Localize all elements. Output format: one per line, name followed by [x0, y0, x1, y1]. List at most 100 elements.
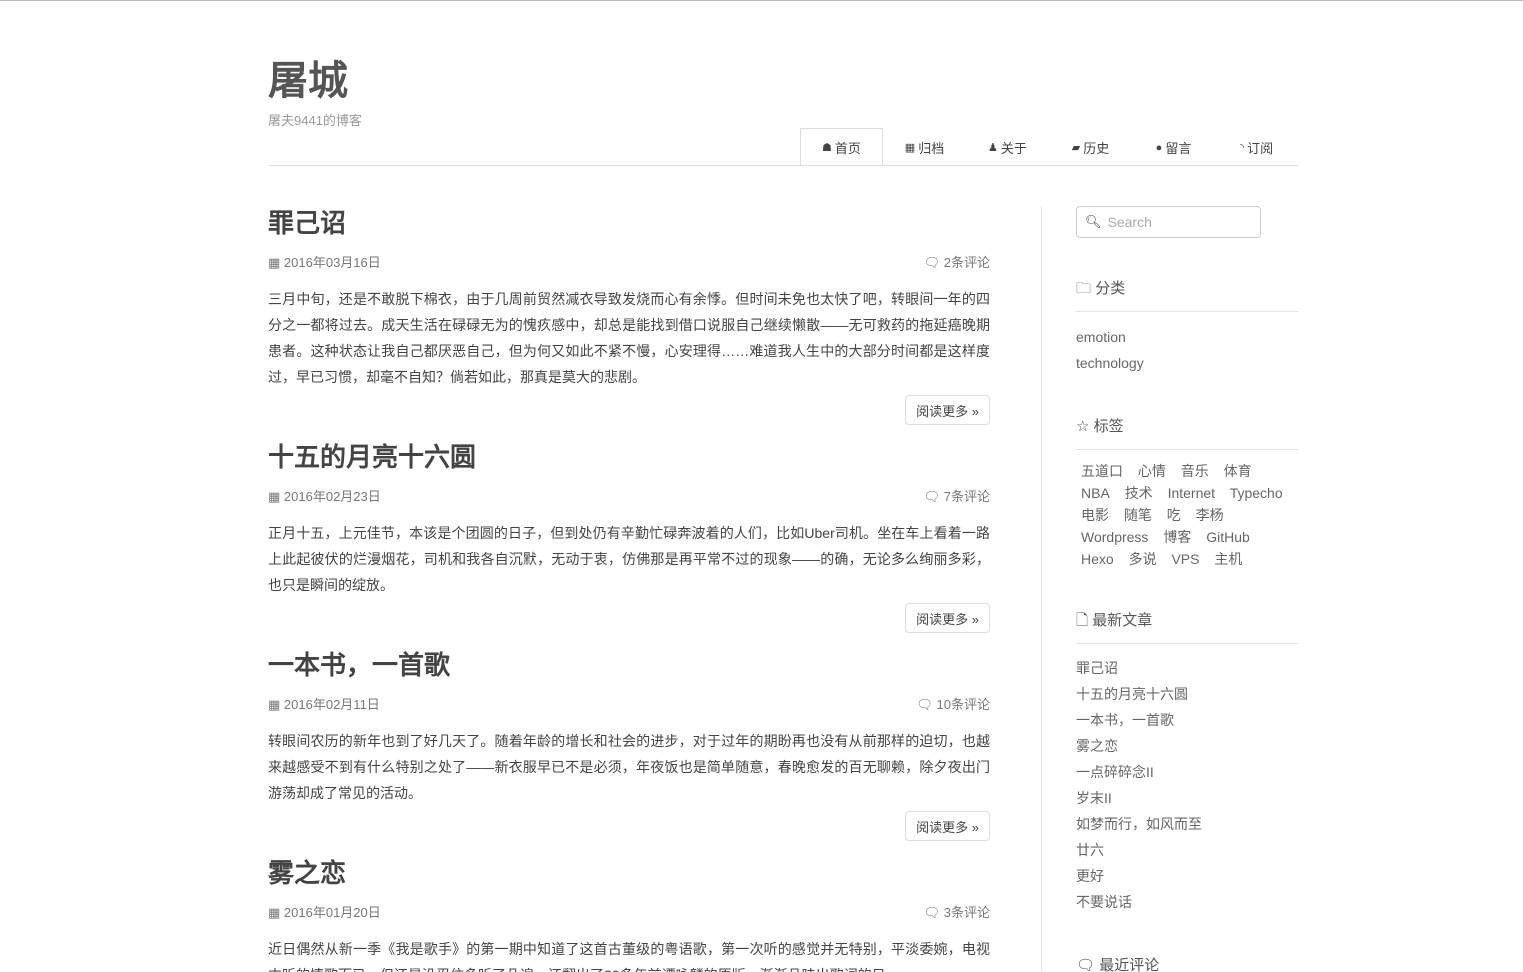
tag-link[interactable]: 体育 — [1224, 463, 1252, 479]
categories-widget: 🗀︎ 分类 emotion technology — [1076, 278, 1298, 376]
post-excerpt: 正月十五，上元佳节，本该是个团圆的日子，但到处仍有辛勤忙碌奔波着的人们，比如Ub… — [268, 525, 990, 593]
main-nav: ☗ 首页 ▦ 归档 ♟ 关于 ▰ 历史 ● 留言 ◝ 订阅 — [800, 128, 1298, 166]
post-excerpt: 三月中旬，还是不敢脱下棉衣，由于几周前贸然减衣导致发烧而心有余悸。但时间未免也太… — [268, 291, 990, 385]
tag-link[interactable]: 多说 — [1129, 551, 1157, 567]
site-header: 屠城 屠夫9441的博客 — [268, 56, 362, 129]
tag-link[interactable]: 电影 — [1081, 507, 1109, 523]
nav-label: 订阅 — [1247, 141, 1274, 156]
site-title[interactable]: 屠城 — [268, 56, 362, 106]
file-icon: 🗋︎ — [1076, 612, 1089, 629]
post-date: ▦ 2016年03月16日 — [268, 255, 381, 270]
search-input[interactable] — [1107, 214, 1258, 230]
recent-posts-title: 最新文章 — [1092, 612, 1153, 629]
tag-link[interactable]: Internet — [1168, 485, 1215, 501]
tag-link[interactable]: GitHub — [1206, 529, 1250, 545]
tag-link[interactable]: NBA — [1081, 485, 1110, 501]
sidebar: 🔍︎ 🗀︎ 分类 emotiontechnology ☆ 标签 五道口 心情 音… — [1076, 206, 1298, 972]
comment-icon: 🗨︎ — [923, 255, 941, 270]
recent-comments-widget: 🗨︎ 最近评论 — [1076, 955, 1298, 972]
nav-divider — [268, 165, 1298, 166]
recent-post-link[interactable]: 十五的月亮十六圆 — [1076, 681, 1298, 707]
recent-post-link[interactable]: 岁末II — [1076, 785, 1298, 811]
nav-item-4[interactable]: ● 留言 — [1132, 128, 1215, 166]
post-excerpt: 近日偶然从新一季《我是歌手》的第一期中知道了这首古董级的粤语歌，第一次听的感觉并… — [268, 941, 990, 972]
calendar-icon: ▦ — [268, 255, 281, 270]
post-list: 罪己诏 ▦ 2016年03月16日 🗨︎ 2条评论 三月中旬，还是不敢脱下棉衣，… — [268, 205, 990, 972]
tag-link[interactable]: 李杨 — [1196, 507, 1224, 523]
recent-post-link[interactable]: 廿六 — [1076, 837, 1298, 863]
read-more-button[interactable]: 阅读更多 » — [905, 395, 990, 425]
archive-icon: ▦ — [904, 142, 916, 154]
recent-posts-widget: 🗋︎ 最新文章 罪己诏 十五的月亮十六圆 一本书，一首歌 雾之恋 一点碎碎念II 岁末II… — [1076, 610, 1298, 915]
star-icon: ☆ — [1076, 418, 1090, 435]
search-icon: 🔍︎ — [1085, 214, 1102, 229]
recent-post-link[interactable]: 不要说话 — [1076, 889, 1298, 915]
tag-link[interactable]: 技术 — [1125, 485, 1153, 501]
post-comments-link[interactable]: 🗨︎ 3条评论 — [924, 903, 990, 923]
comment-icon: 🗨︎ — [923, 489, 941, 504]
recent-post-link[interactable]: 雾之恋 — [1076, 733, 1298, 759]
category-link[interactable]: emotion — [1076, 324, 1298, 350]
comments-icon: ● — [1155, 141, 1163, 154]
tags-widget: ☆ 标签 五道口 心情 音乐 体育 NBA 技术 Internet Typech… — [1076, 416, 1298, 570]
nav-label: 关于 — [1000, 141, 1027, 156]
tag-link[interactable]: Wordpress — [1081, 529, 1148, 545]
post-comments-link[interactable]: 🗨︎ 7条评论 — [924, 487, 990, 507]
read-more-button[interactable]: 阅读更多 » — [905, 811, 990, 841]
post-title[interactable]: 罪己诏 — [268, 205, 990, 241]
search-box[interactable]: 🔍︎ — [1076, 206, 1261, 238]
tag-link[interactable]: 五道口 — [1081, 463, 1123, 479]
category-link[interactable]: technology — [1076, 350, 1298, 376]
post-title[interactable]: 十五的月亮十六圆 — [268, 439, 990, 475]
tag-link[interactable]: 随笔 — [1124, 507, 1152, 523]
recent-comments-title: 最近评论 — [1099, 957, 1160, 972]
nav-item-5[interactable]: ◝ 订阅 — [1215, 128, 1298, 166]
categories-title: 分类 — [1095, 280, 1126, 297]
nav-label: 归档 — [918, 141, 945, 156]
folder-icon: 🗀︎ — [1076, 280, 1092, 297]
nav-item-0[interactable]: ☗ 首页 — [800, 128, 883, 166]
recent-post-link[interactable]: 罪己诏 — [1076, 655, 1298, 681]
tags-title: 标签 — [1093, 418, 1124, 435]
tag-link[interactable]: 音乐 — [1181, 463, 1209, 479]
calendar-icon: ▦ — [268, 489, 281, 504]
post-comments-link[interactable]: 🗨︎ 10条评论 — [916, 695, 990, 715]
recent-post-link[interactable]: 如梦而行，如风而至 — [1076, 811, 1298, 837]
post-excerpt: 转眼间农历的新年也到了好几天了。随着年龄的增长和社会的进步，对于过年的期盼再也没… — [268, 733, 990, 801]
read-more-button[interactable]: 阅读更多 » — [905, 603, 990, 633]
tag-link[interactable]: Typecho — [1230, 485, 1283, 501]
user-icon: ♟ — [988, 142, 998, 154]
nav-label: 首页 — [834, 141, 861, 156]
post: 十五的月亮十六圆 ▦ 2016年02月23日 🗨︎ 7条评论 正月十五，上元佳节… — [268, 439, 990, 633]
nav-item-1[interactable]: ▦ 归档 — [883, 128, 966, 166]
post: 一本书，一首歌 ▦ 2016年02月11日 🗨︎ 10条评论 转眼间农历的新年也… — [268, 647, 990, 841]
calendar-icon: ▦ — [268, 697, 281, 712]
recent-post-link[interactable]: 一点碎碎念II — [1076, 759, 1298, 785]
post: 罪己诏 ▦ 2016年03月16日 🗨︎ 2条评论 三月中旬，还是不敢脱下棉衣，… — [268, 205, 990, 425]
post-title[interactable]: 一本书，一首歌 — [268, 647, 990, 683]
post: 雾之恋 ▦ 2016年01月20日 🗨︎ 3条评论 近日偶然从新一季《我是歌手》… — [268, 855, 990, 972]
recent-post-link[interactable]: 更好 — [1076, 863, 1298, 889]
tag-link[interactable]: VPS — [1171, 551, 1199, 567]
nav-item-3[interactable]: ▰ 历史 — [1049, 128, 1132, 166]
rss-icon: ◝ — [1239, 142, 1245, 154]
recent-post-link[interactable]: 一本书，一首歌 — [1076, 707, 1298, 733]
nav-label: 留言 — [1165, 141, 1192, 156]
nav-label: 历史 — [1083, 141, 1110, 156]
post-date: ▦ 2016年02月11日 — [268, 697, 380, 712]
tag-link[interactable]: 主机 — [1214, 551, 1242, 567]
post-date: ▦ 2016年02月23日 — [268, 489, 381, 504]
comment-icon: 🗨︎ — [916, 697, 933, 712]
post-date: ▦ 2016年01月20日 — [268, 905, 381, 920]
tag-link[interactable]: Hexo — [1081, 551, 1114, 567]
post-comments-link[interactable]: 🗨︎ 2条评论 — [924, 253, 990, 273]
book-icon: ▰ — [1071, 142, 1081, 154]
comment-icon: 🗨︎ — [1076, 957, 1096, 972]
home-icon: ☗ — [822, 142, 832, 154]
tag-link[interactable]: 博客 — [1163, 529, 1191, 545]
calendar-icon: ▦ — [268, 905, 281, 920]
tag-link[interactable]: 心情 — [1138, 463, 1166, 479]
post-title[interactable]: 雾之恋 — [268, 855, 990, 891]
tag-link[interactable]: 吃 — [1167, 507, 1181, 523]
nav-item-2[interactable]: ♟ 关于 — [966, 128, 1049, 166]
